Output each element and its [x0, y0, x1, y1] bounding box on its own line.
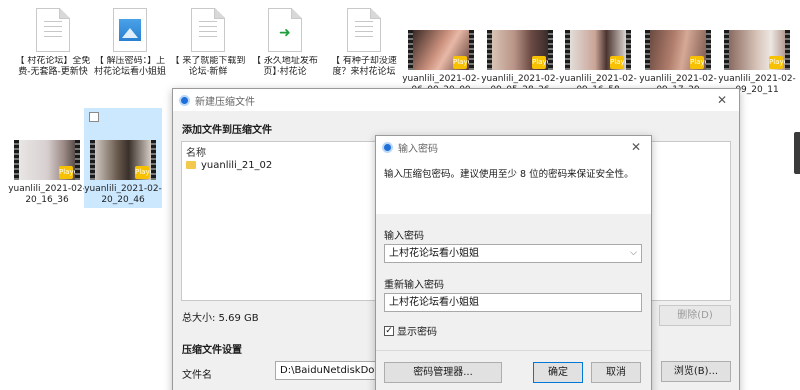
video-thumbnail-icon: Player — [408, 30, 475, 70]
desktop-file-5[interactable]: 【 有种子却没速度？来村花论坛 — [325, 8, 403, 78]
folder-name: yuanlili_21_02 — [201, 159, 273, 171]
total-size: 总大小: 5.69 GB — [182, 313, 259, 324]
file-name-label: 文件名 — [182, 370, 212, 381]
player-badge-icon: Player — [610, 56, 632, 69]
desktop-file-1[interactable]: 【 村花论坛】全免费-无套路-更新快 — [14, 8, 92, 78]
show-password-label: 显示密码 — [397, 327, 437, 338]
desktop-file-2[interactable]: 【 解压密码：】上村花论坛看小姐姐 — [91, 8, 169, 78]
file-path-field[interactable]: D:\BaiduNetdiskDownl — [275, 361, 385, 380]
checkbox-checked-icon: ✓ — [384, 325, 394, 336]
side-panel-edge — [794, 132, 800, 174]
image-file-icon — [113, 8, 147, 52]
desktop-video-7-selected[interactable]: Player yuanlili_2021-02-20_20_46 — [84, 108, 162, 208]
section-archive-settings: 压缩文件设置 — [182, 345, 242, 356]
player-badge-icon: Player — [690, 56, 712, 69]
video-thumbnail-icon: Player — [487, 30, 554, 70]
desktop-video-6[interactable]: Player yuanlili_2021-02-20_16_36 — [8, 140, 86, 206]
show-password-checkbox[interactable]: ✓ 显示密码 — [384, 323, 437, 338]
delete-button[interactable]: 删除(D) — [659, 305, 731, 326]
document-icon — [347, 8, 381, 52]
chevron-down-icon[interactable]: ⌵ — [630, 245, 637, 262]
desktop-file-4[interactable]: ➜ 【 永久地址发布页】·村花论 — [246, 8, 324, 78]
password-label: 输入密码 — [384, 231, 424, 242]
select-checkbox[interactable] — [89, 112, 99, 122]
video-thumbnail-icon: Player — [724, 30, 791, 70]
player-badge-icon: Player — [453, 56, 475, 69]
ok-button[interactable]: 确定 — [533, 362, 583, 383]
player-badge-icon: Player — [59, 166, 81, 179]
file-label: 【 来了就能下载到论坛·新鲜 — [170, 56, 246, 77]
close-icon[interactable]: ✕ — [623, 136, 649, 158]
close-icon[interactable]: ✕ — [709, 89, 735, 111]
list-item[interactable]: yuanlili_21_02 — [186, 158, 272, 172]
file-label: yuanlili_2021-02-20_20_46 — [84, 184, 162, 205]
column-header-name[interactable]: 名称 — [186, 144, 206, 159]
cancel-button[interactable]: 取消 — [591, 362, 641, 383]
desktop-video-5[interactable]: Player yuanlili_2021-02-09_20_11 — [718, 30, 796, 96]
video-thumbnail-icon: Player — [14, 140, 81, 180]
app-logo-icon — [179, 94, 190, 106]
password-input[interactable]: 上村花论坛看小姐姐 ⌵ — [384, 244, 642, 263]
file-label: 【 有种子却没速度？来村花论坛 — [331, 56, 397, 77]
player-badge-icon: Player — [532, 56, 554, 69]
file-label: 【 村花论坛】全免费-无套路-更新快 — [15, 56, 91, 77]
player-badge-icon: Player — [135, 166, 157, 179]
folder-icon — [186, 161, 196, 169]
password-value: 上村花论坛看小姐姐 — [389, 248, 479, 259]
desktop-video-1[interactable]: Player yuanlili_2021-02-06_00_20_00 — [402, 30, 480, 96]
section-add-files: 添加文件到压缩文件 — [182, 125, 272, 136]
player-badge-icon: Player — [769, 56, 791, 69]
instruction-text: 输入压缩包密码。建议使用至少 8 位的密码来保证安全性。 — [384, 169, 634, 180]
repeat-password-label: 重新输入密码 — [384, 280, 444, 291]
video-thumbnail-icon: Player — [645, 30, 712, 70]
dialog-title: 输入密码 — [398, 143, 438, 155]
video-thumbnail-icon: Player — [565, 30, 632, 70]
title-bar: 输入密码 — [376, 136, 651, 158]
video-thumbnail-icon: Player — [90, 140, 157, 180]
window-title: 新建压缩文件 — [195, 96, 255, 108]
shortcut-arrow-icon: ➜ — [268, 8, 302, 52]
file-label: 【 永久地址发布页】·村花论 — [252, 56, 318, 77]
repeat-password-input[interactable]: 上村花论坛看小姐姐 — [384, 293, 642, 312]
password-dialog: 输入密码 ✕ 输入压缩包密码。建议使用至少 8 位的密码来保证安全性。 输入密码… — [375, 135, 652, 390]
file-label: yuanlili_2021-02-20_16_36 — [8, 184, 86, 205]
desktop-video-4[interactable]: Player yuanlili_2021-02-09_17_29 — [639, 30, 717, 96]
instruction-panel: 输入压缩包密码。建议使用至少 8 位的密码来保证安全性。 — [376, 158, 651, 214]
file-label: 【 解压密码：】上村花论坛看小姐姐 — [93, 56, 166, 77]
title-bar: 新建压缩文件 — [173, 89, 739, 111]
document-icon — [36, 8, 70, 52]
document-icon — [191, 8, 225, 52]
password-manager-button[interactable]: 密码管理器... — [384, 362, 502, 383]
app-logo-icon — [382, 141, 393, 153]
browse-button[interactable]: 浏览(B)... — [661, 361, 731, 382]
desktop-video-2[interactable]: Player yuanlili_2021-02-09_05_28_26 — [481, 30, 559, 96]
desktop-video-3[interactable]: Player yuanlili_2021-02-09_16_58 — [559, 30, 637, 96]
desktop-file-3[interactable]: 【 来了就能下载到论坛·新鲜 — [169, 8, 247, 78]
